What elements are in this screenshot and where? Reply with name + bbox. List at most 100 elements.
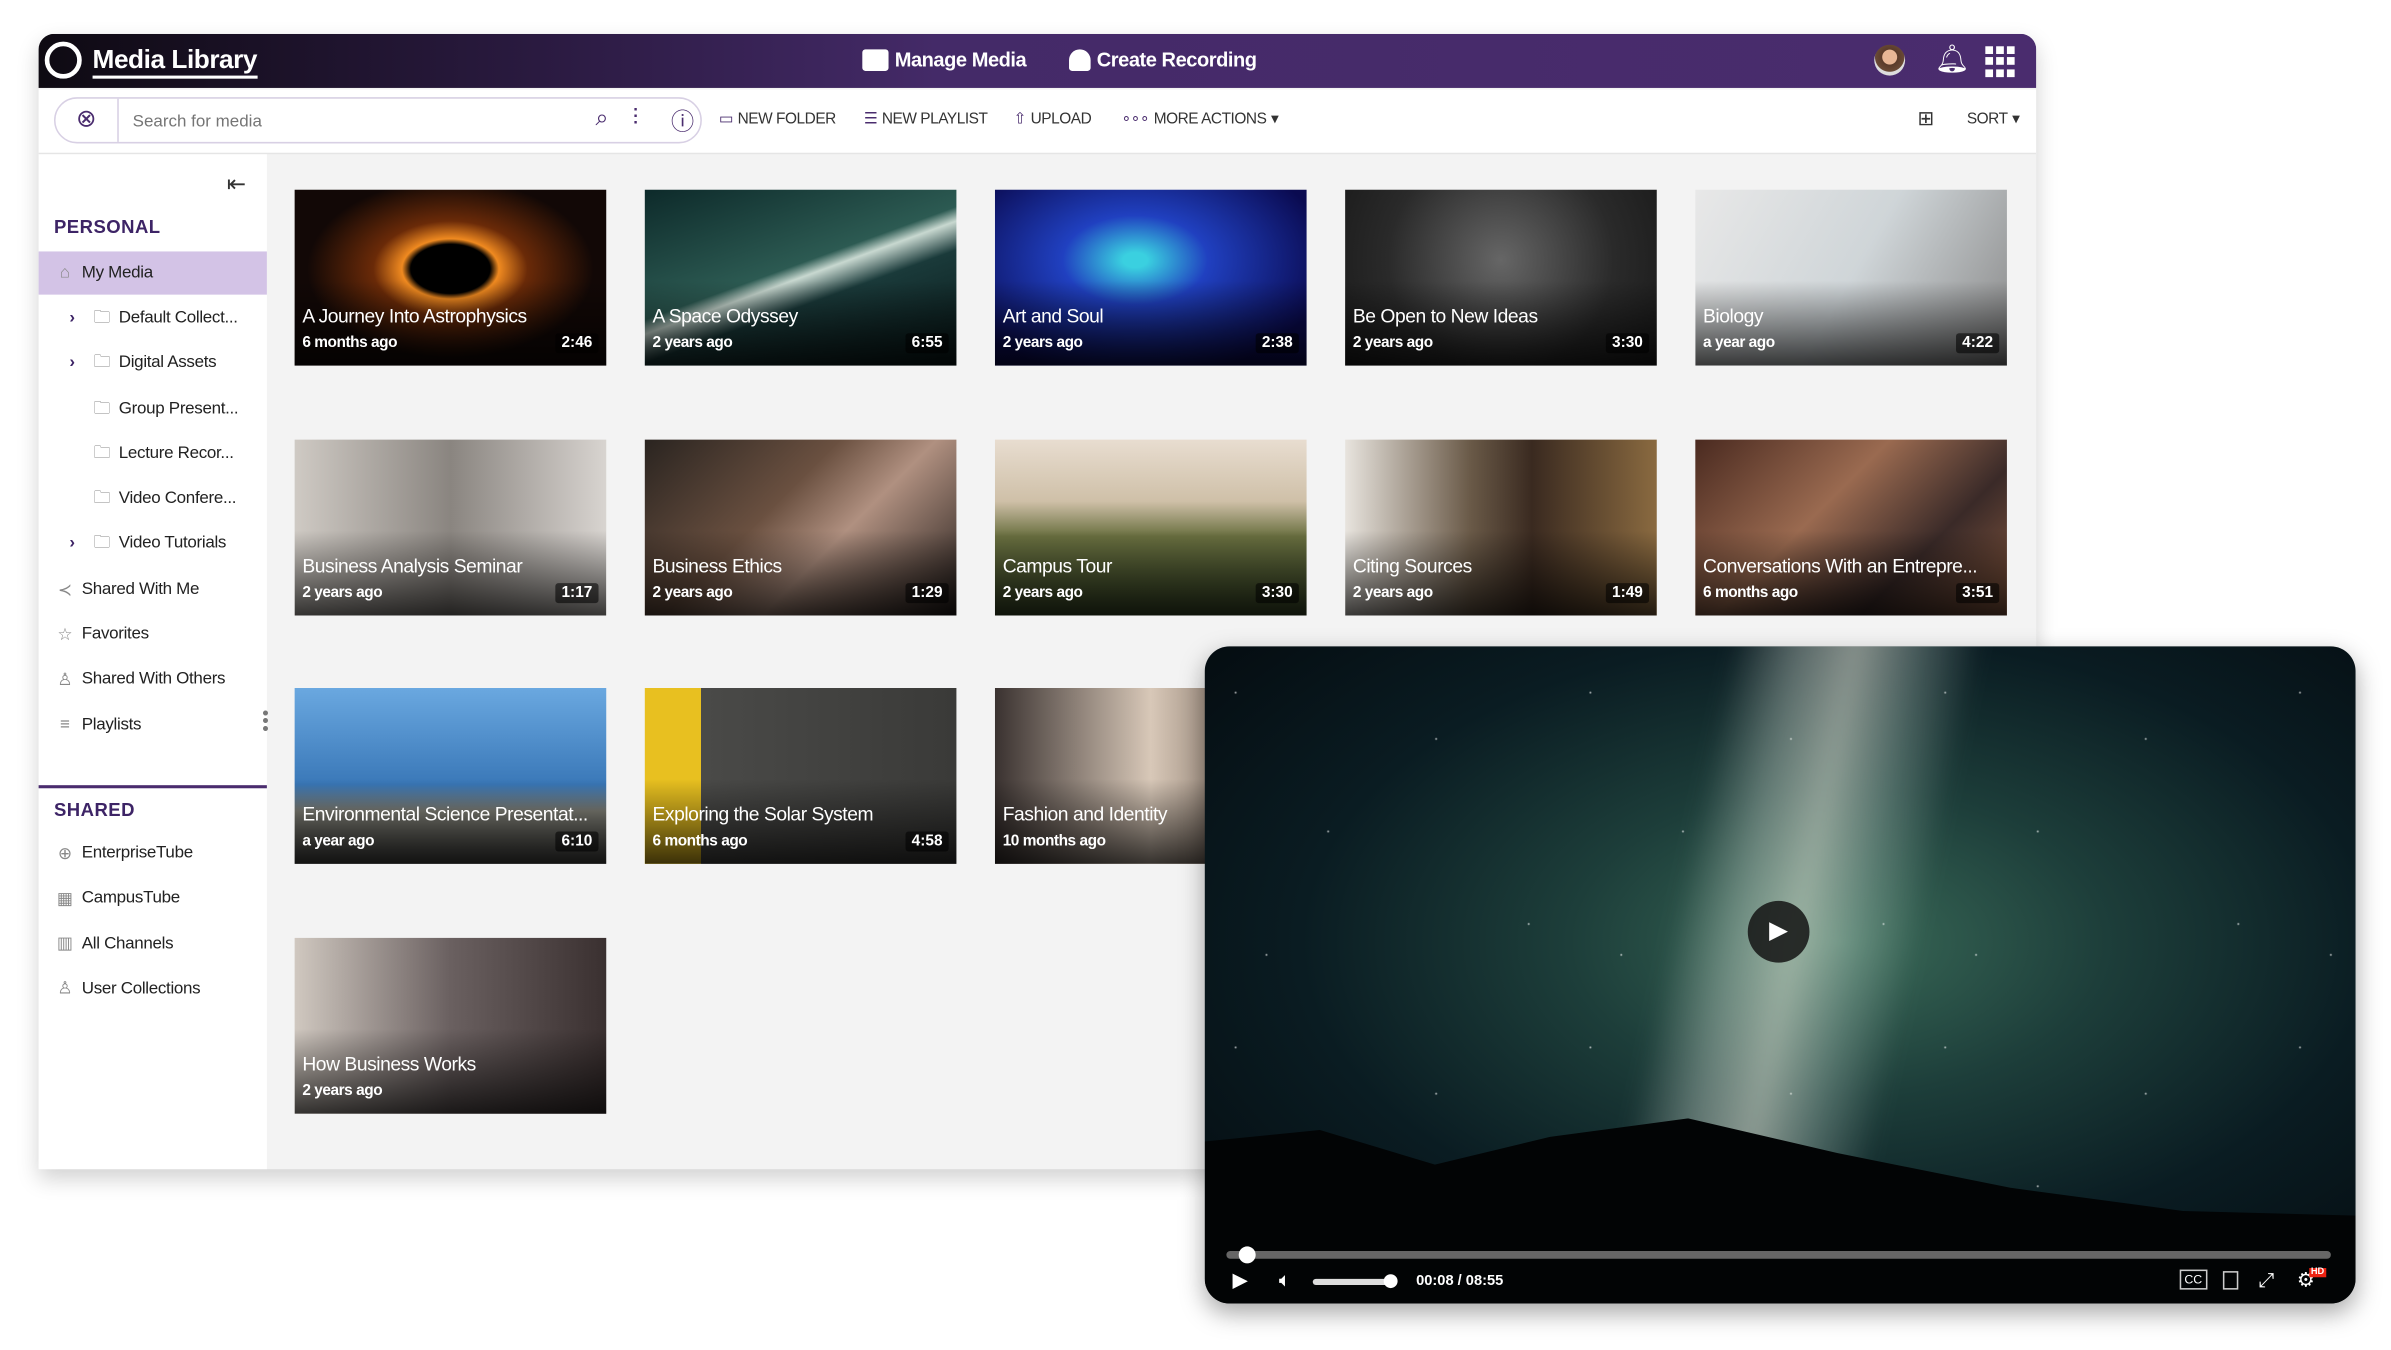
sidebar-item-label: Shared With Me [81, 580, 200, 599]
sidebar-item-label: Lecture Recor... [118, 444, 234, 463]
logo-icon[interactable] [44, 41, 82, 79]
sidebar-item-my-media[interactable]: ⌂ My Media [38, 251, 267, 295]
upload-button[interactable]: ⇧ UPLOAD [1013, 111, 1091, 128]
media-age: 6 months ago [302, 334, 398, 352]
sidebar-item-favorites[interactable]: ☆ Favorites [39, 612, 267, 655]
sidebar-item-label: All Channels [81, 934, 174, 953]
sidebar-item-label: Video Confere... [118, 489, 237, 508]
bell-icon[interactable]: 🔔︎ [1934, 43, 1969, 75]
media-card[interactable]: Art and Soul 2 years ago 2:38 [994, 189, 1307, 366]
manage-media-link[interactable]: Manage Media [862, 48, 1027, 71]
progress-handle[interactable] [1238, 1246, 1256, 1264]
new-playlist-label: NEW PLAYLIST [881, 111, 988, 129]
sidebar-item-shared-with-others[interactable]: ♙ Shared With Others [39, 657, 267, 700]
sort-button[interactable]: SORT ▾ [1967, 111, 2020, 128]
folder-plus-icon: ▭ [718, 111, 734, 129]
play-icon[interactable]: ▶ [1233, 1268, 1248, 1293]
media-card[interactable]: Exploring the Solar System 6 months ago 4:… [644, 688, 957, 865]
new-playlist-button[interactable]: ☰ NEW PLAYLIST [864, 111, 988, 128]
sidebar-item-label: EnterpriseTube [81, 843, 193, 863]
sidebar-item-digital-assets[interactable]: › 🗀︎ Digital Assets [39, 341, 267, 384]
sidebar-item-lecture-recor[interactable]: 🗀︎ Lecture Recor... [39, 432, 267, 475]
captions-button[interactable]: CC [2179, 1269, 2207, 1290]
sidebar-item-shared-with-me[interactable]: ≺ Shared With Me [39, 568, 267, 611]
search-icon[interactable]: ⌕ [595, 105, 608, 131]
media-title: Campus Tour [1002, 554, 1113, 577]
media-card[interactable]: A Journey Into Astrophysics 6 months ago 2… [294, 189, 607, 366]
folder-icon: 🗀︎ [93, 352, 111, 371]
sidebar-item-label: Group Present... [118, 399, 239, 419]
hd-badge: HD [2309, 1268, 2326, 1278]
star-icon: ☆ [57, 625, 73, 645]
media-card[interactable]: Business Ethics 2 years ago 1:29 [644, 439, 957, 616]
video-player[interactable]: ▶ ▶ 🔈︎ 00:08 / 08:55 CC ⤢ ⚙ HD [1204, 646, 2356, 1304]
picture-in-picture-icon[interactable] [2222, 1271, 2239, 1290]
chevron-right-icon[interactable]: › [69, 534, 84, 553]
media-card[interactable]: Business Analysis Seminar 2 years ago 1:17 [294, 439, 607, 616]
media-title: Business Ethics [652, 554, 783, 577]
app-title[interactable]: Media Library [92, 45, 258, 79]
folder-icon: 🗀︎ [93, 398, 111, 418]
duration-badge: 6:10 [555, 832, 599, 853]
grid-view-icon[interactable]: ⊞ [1917, 106, 1934, 131]
media-card[interactable]: Citing Sources 2 years ago 1:49 [1345, 439, 1657, 616]
media-title: Exploring the Solar System [652, 804, 874, 826]
volume-slider[interactable] [1312, 1274, 1398, 1289]
media-title: Biology [1703, 305, 1764, 328]
user-share-icon: ♙ [57, 670, 73, 689]
search-input[interactable] [129, 106, 584, 138]
apps-grid-icon[interactable] [1985, 46, 2016, 77]
big-play-button[interactable]: ▶ [1747, 900, 1810, 963]
duration-badge: 2:38 [1255, 333, 1299, 354]
sidebar-item-label: CampusTube [81, 888, 180, 908]
upload-icon: ⇧ [1013, 111, 1026, 129]
create-recording-link[interactable]: Create Recording [1069, 48, 1257, 71]
folder-icon: 🗀︎ [93, 307, 111, 327]
caret-down-icon: ▾ [2012, 111, 2020, 129]
more-actions-button[interactable]: ∘∘∘ MORE ACTIONS ▾ [1121, 111, 1278, 128]
media-card[interactable]: Environmental Science Presentat... a year… [294, 688, 607, 865]
sidebar-item-all-channels[interactable]: ▥ All Channels [39, 922, 267, 965]
media-card[interactable]: Biology a year ago 4:22 [1695, 189, 2007, 366]
new-folder-label: NEW FOLDER [737, 111, 837, 129]
sidebar-item-video-tutorials[interactable]: › 🗀︎ Video Tutorials [39, 521, 267, 564]
media-age: 6 months ago [652, 833, 748, 851]
media-card[interactable]: Be Open to New Ideas 2 years ago 3:30 [1345, 189, 1657, 366]
duration-badge: 1:17 [555, 582, 599, 603]
info-icon[interactable]: ⓘ [671, 105, 694, 137]
media-card[interactable]: A Space Odyssey 2 years ago 6:55 [644, 189, 957, 366]
sidebar-item-playlists[interactable]: ≡ Playlists [39, 703, 267, 746]
media-title: Citing Sources [1352, 554, 1472, 577]
media-title: Be Open to New Ideas [1352, 305, 1538, 328]
new-folder-button[interactable]: ▭ NEW FOLDER [719, 111, 836, 128]
sidebar-item-campustube[interactable]: ▦ CampusTube [39, 877, 267, 920]
media-card[interactable]: Campus Tour 2 years ago 3:30 [994, 439, 1307, 616]
duration-badge: 3:30 [1255, 582, 1299, 603]
collapse-sidebar-icon[interactable]: ⇤ [227, 170, 246, 197]
chevron-right-icon[interactable]: › [69, 353, 84, 372]
sidebar-item-enterprisetube[interactable]: ⊕ EnterpriseTube [39, 831, 267, 874]
sidebar-item-default-collect[interactable]: › 🗀︎ Default Collect... [39, 296, 267, 339]
progress-bar[interactable] [1226, 1246, 2331, 1264]
media-card[interactable]: Conversations With an Entrepre... 6 month… [1695, 439, 2007, 616]
folder-icon: 🗀︎ [93, 443, 111, 463]
upload-label: UPLOAD [1030, 111, 1092, 129]
home-icon: ⌂ [59, 263, 70, 283]
filter-icon[interactable]: ⫶ [632, 105, 638, 131]
fullscreen-icon[interactable]: ⤢ [2258, 1268, 2274, 1293]
avatar[interactable] [1874, 44, 1906, 76]
volume-handle[interactable] [1383, 1274, 1398, 1289]
media-card[interactable]: How Business Works 2 years ago [294, 938, 607, 1114]
folder-icon: 🗀︎ [93, 532, 111, 552]
top-header: Media Library Manage Media Create Record… [38, 33, 2037, 88]
chevron-right-icon[interactable]: › [69, 309, 84, 328]
volume-icon[interactable]: 🔈︎ [1279, 1268, 1291, 1293]
media-title: A Journey Into Astrophysics [302, 305, 527, 328]
media-title: Conversations With an Entrepre... [1703, 554, 1978, 577]
scope-globe-icon[interactable]: ⊗ [56, 98, 119, 142]
duration-badge: 6:55 [905, 333, 949, 354]
sidebar-item-video-confere[interactable]: 🗀︎ Video Confere... [39, 477, 267, 520]
media-title: Environmental Science Presentat... [302, 804, 588, 826]
sidebar-item-user-collections[interactable]: ♙ User Collections [39, 967, 267, 1010]
sidebar-item-group-present[interactable]: 🗀︎ Group Present... [39, 387, 267, 430]
